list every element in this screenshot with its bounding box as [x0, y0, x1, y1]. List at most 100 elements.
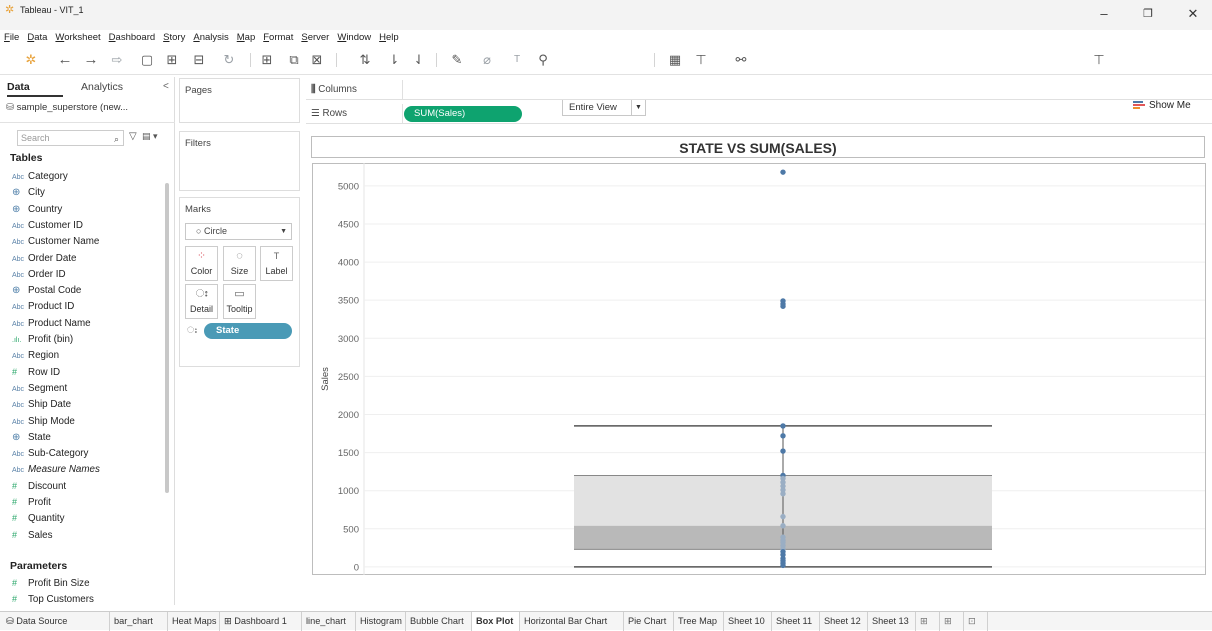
field-item[interactable]: Abc Region	[12, 350, 59, 366]
sort-descending-icon[interactable]: ⇃	[410, 51, 428, 69]
replay-icon[interactable]: ⇨	[108, 51, 126, 69]
field-item[interactable]: # Row ID	[12, 367, 60, 383]
sum-sales-pill[interactable]: SUM(Sales)	[404, 106, 522, 122]
filters-card[interactable]: Filters	[179, 131, 300, 191]
sheet-tab[interactable]: bar_chart	[110, 612, 168, 631]
sheet-tab[interactable]: Bubble Chart	[406, 612, 472, 631]
new-worksheet-icon[interactable]: ⊞	[258, 51, 276, 69]
columns-shelf[interactable]: ⫼ Columns	[306, 80, 1212, 100]
menu-map[interactable]: Map	[233, 31, 260, 45]
field-item[interactable]: # Profit	[12, 497, 51, 513]
sheet-tab[interactable]: Sheet 10	[724, 612, 772, 631]
sheet-tab[interactable]: ⊞ Dashboard 1	[220, 612, 302, 631]
minimize-button[interactable]: –	[1089, 4, 1119, 24]
sheet-tab[interactable]: Sheet 11	[772, 612, 820, 631]
filter-icon[interactable]: ▽	[129, 131, 137, 142]
state-detail-pill[interactable]: State	[204, 323, 292, 339]
new-datasource-icon[interactable]: ⊞	[163, 51, 181, 69]
field-item[interactable]: Abc Order Date	[12, 253, 76, 269]
sheet-tab[interactable]: Sheet 13	[868, 612, 916, 631]
menu-format[interactable]: Format	[259, 31, 297, 45]
detail-button[interactable]: ഃ Detail	[185, 284, 218, 319]
field-item[interactable]: Abc Customer ID	[12, 220, 83, 236]
sheet-tab[interactable]: Heat Maps	[168, 612, 220, 631]
new-dashboard-icon[interactable]: ⊞	[940, 612, 964, 631]
field-item[interactable]: Abc Segment	[12, 383, 67, 399]
menu-dashboard[interactable]: Dashboard	[105, 31, 160, 45]
menu-window[interactable]: Window	[333, 31, 375, 45]
tab-data[interactable]: Data	[7, 77, 63, 97]
menu-help[interactable]: Help	[375, 31, 403, 45]
field-item[interactable]: Abc Category	[12, 171, 68, 187]
parameter-item[interactable]: # Profit Bin Size	[12, 578, 90, 594]
sheet-tab[interactable]: Pie Chart	[624, 612, 674, 631]
label-button[interactable]: T Label	[260, 246, 293, 281]
field-item[interactable]: ⊕ State	[12, 432, 51, 448]
field-item[interactable]: ⊕ Postal Code	[12, 285, 81, 301]
group-icon[interactable]: ⌀	[478, 51, 496, 69]
save-icon[interactable]: ▢	[138, 51, 156, 69]
refresh-icon[interactable]: ↻	[220, 51, 238, 69]
field-item[interactable]: ⊕ Country	[12, 204, 62, 220]
menu-data[interactable]: Data	[23, 31, 51, 45]
sort-ascending-icon[interactable]: ⇂	[385, 51, 403, 69]
menu-story[interactable]: Story	[159, 31, 189, 45]
view-options-icon[interactable]: ▤ ▾	[142, 131, 158, 142]
tooltip-button[interactable]: ▭ Tooltip	[223, 284, 256, 319]
scrollbar[interactable]	[165, 183, 169, 493]
label-icon[interactable]: T	[508, 51, 526, 69]
sheet-tab[interactable]: Histogram	[356, 612, 406, 631]
pages-card[interactable]: Pages	[179, 78, 300, 123]
restore-button[interactable]: ❐	[1133, 4, 1163, 24]
collapse-pane-icon[interactable]: <	[163, 81, 169, 92]
field-item[interactable]: Abc Product ID	[12, 301, 74, 317]
field-item[interactable]: Abc Product Name	[12, 318, 91, 334]
clear-sheet-icon[interactable]: ⊠	[308, 51, 326, 69]
size-button[interactable]: ◌ Size	[223, 246, 256, 281]
sheet-tab[interactable]: line_chart	[302, 612, 356, 631]
share-icon[interactable]: ⚯	[732, 51, 750, 69]
sheet-tab[interactable]: Box Plot	[472, 612, 520, 631]
tab-analytics[interactable]: Analytics	[63, 77, 168, 97]
field-item[interactable]: .ılı. Profit (bin)	[12, 334, 73, 350]
field-item[interactable]: Abc Order ID	[12, 269, 66, 285]
highlight-icon[interactable]: ✎	[448, 51, 466, 69]
field-item[interactable]: ⊕ City	[12, 187, 45, 203]
field-item[interactable]: # Quantity	[12, 513, 65, 529]
tableau-home-icon[interactable]: ✲	[22, 51, 40, 69]
menu-file[interactable]: File	[0, 31, 23, 45]
redo-icon[interactable]: →	[82, 51, 100, 69]
field-item[interactable]: # Sales	[12, 530, 53, 546]
new-story-icon[interactable]: ⊡	[964, 612, 988, 631]
close-button[interactable]: ✕	[1178, 4, 1208, 24]
data-source-tab[interactable]: ⛁ Data Source	[0, 612, 110, 631]
field-item[interactable]: Abc Ship Mode	[12, 416, 75, 432]
data-guide-icon[interactable]: ⊤	[1090, 51, 1108, 69]
field-name: Quantity	[28, 513, 65, 525]
menu-worksheet[interactable]: Worksheet	[51, 31, 104, 45]
duplicate-icon[interactable]: ⧉	[285, 51, 303, 69]
field-item[interactable]: Abc Ship Date	[12, 399, 71, 415]
menu-server[interactable]: Server	[297, 31, 333, 45]
field-item[interactable]: Abc Sub-Category	[12, 448, 88, 464]
sheet-tab[interactable]: Sheet 12	[820, 612, 868, 631]
show-cards-icon[interactable]: ▦	[666, 51, 684, 69]
undo-icon[interactable]: ←	[56, 51, 74, 69]
search-input[interactable]: Search ⌕	[17, 130, 124, 146]
field-item[interactable]: # Discount	[12, 481, 66, 497]
parameter-item[interactable]: # Top Customers	[12, 594, 94, 610]
presentation-icon[interactable]: ⊤	[692, 51, 710, 69]
string-type-icon: Abc	[12, 255, 25, 263]
field-item[interactable]: Abc Measure Names	[12, 464, 100, 480]
datasource-item[interactable]: ⛁ sample_superstore (new...	[6, 102, 174, 113]
menu-analysis[interactable]: Analysis	[189, 31, 232, 45]
new-worksheet-icon[interactable]: ⊞	[916, 612, 940, 631]
swap-axes-icon[interactable]: ⇅	[356, 51, 374, 69]
sheet-tab[interactable]: Tree Map	[674, 612, 724, 631]
sheet-tab[interactable]: Horizontal Bar Chart	[520, 612, 624, 631]
pin-axes-icon[interactable]: ⚲	[534, 51, 552, 69]
field-item[interactable]: Abc Customer Name	[12, 236, 99, 252]
pause-updates-icon[interactable]: ⊟	[190, 51, 208, 69]
mark-type-select[interactable]: ○ Circle ▼	[185, 223, 292, 240]
color-button[interactable]: ⁘ Color	[185, 246, 218, 281]
